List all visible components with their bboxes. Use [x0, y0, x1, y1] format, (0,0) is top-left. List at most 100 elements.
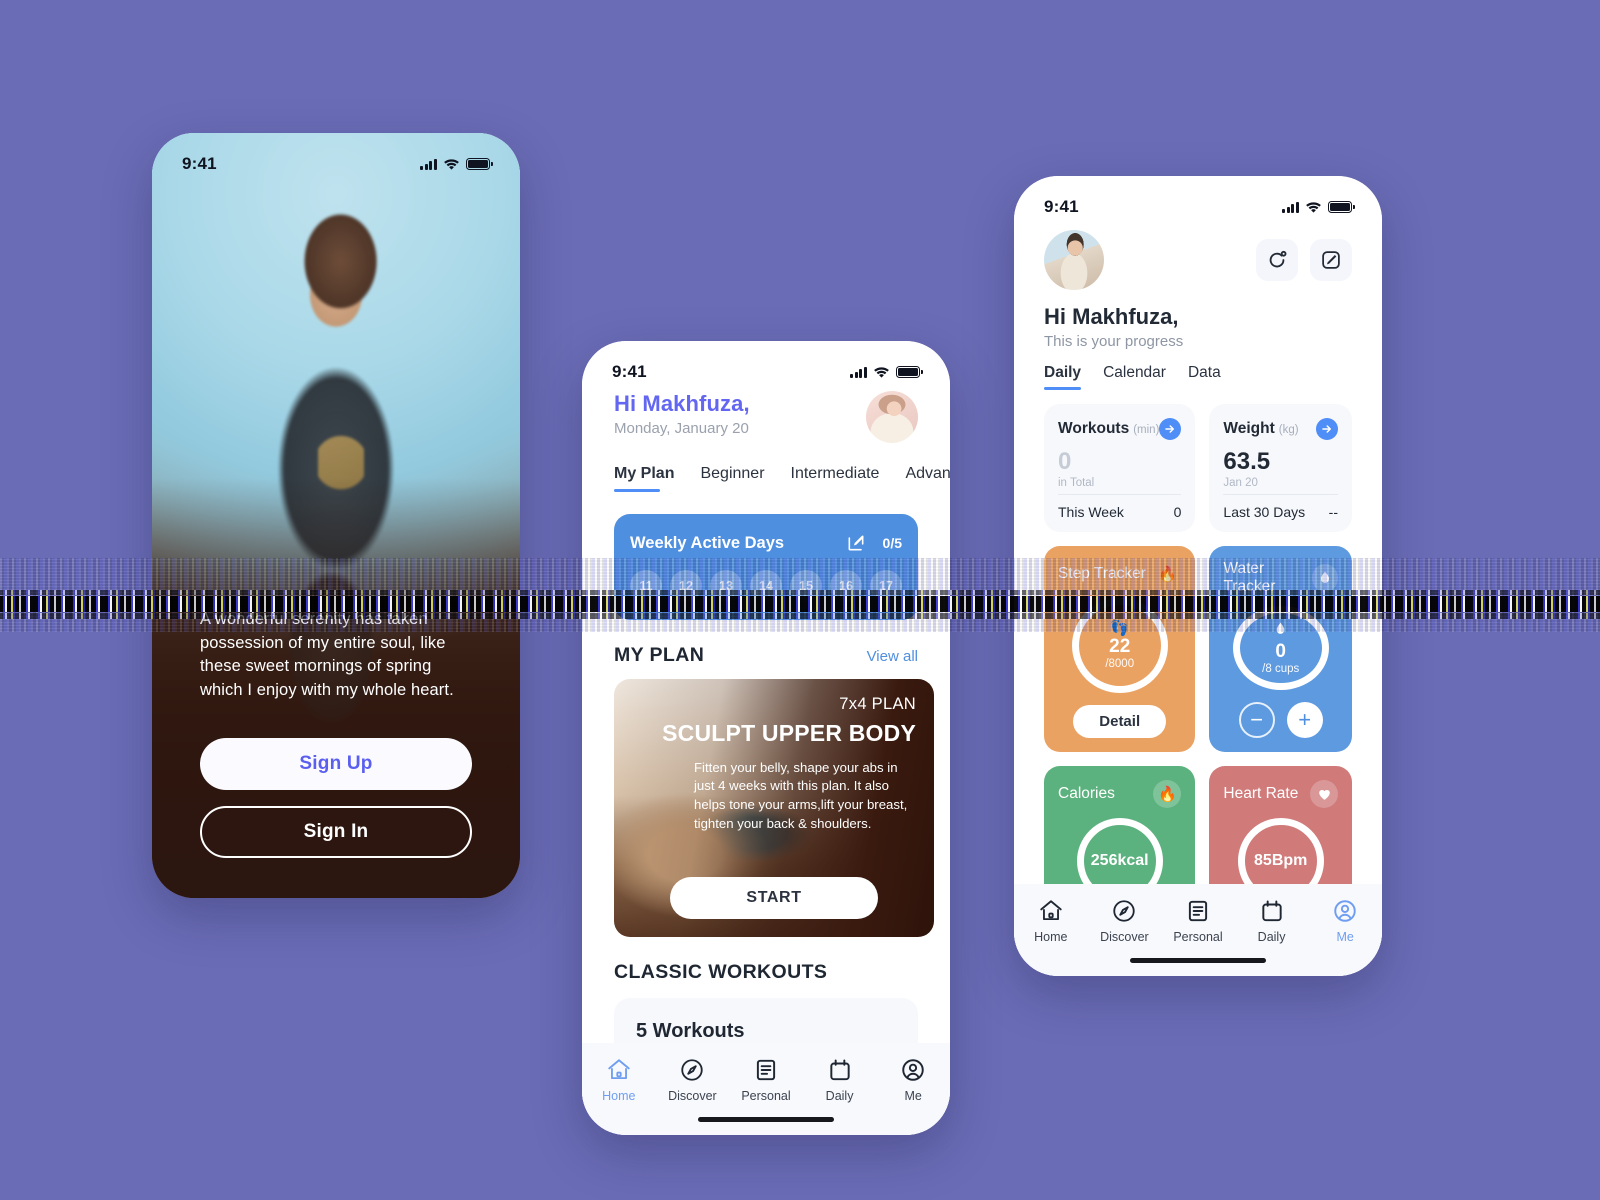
- tracker-header: Water Tracker: [1223, 560, 1338, 596]
- tabbar-item-home[interactable]: Home: [1020, 898, 1082, 944]
- tab-data[interactable]: Data: [1188, 364, 1221, 390]
- stat-card-footer: This Week 0: [1058, 494, 1182, 520]
- battery-icon: [466, 158, 493, 170]
- tracker-goal: /8000: [1105, 658, 1135, 671]
- tabbar-item-discover[interactable]: Discover: [1093, 898, 1155, 944]
- tab-daily[interactable]: Daily: [1044, 364, 1082, 390]
- classic-workouts-count: 5 Workouts: [636, 1020, 745, 1042]
- home-icon: [1040, 900, 1062, 921]
- droplet-glyph: [1321, 571, 1330, 583]
- status-icons: [850, 366, 923, 379]
- day-pill[interactable]: 16: [830, 570, 862, 602]
- sign-up-button[interactable]: Sign Up: [200, 738, 472, 790]
- tracker-name: Water Tracker: [1223, 560, 1276, 595]
- header-action-buttons: [1256, 239, 1352, 281]
- stat-card-name: Weight: [1223, 420, 1275, 437]
- tabbar-item-daily[interactable]: Daily: [1241, 898, 1303, 944]
- status-time: 9:41: [182, 154, 217, 173]
- wifi-icon: [1306, 201, 1321, 213]
- tab-calendar[interactable]: Calendar: [1103, 364, 1166, 390]
- document-icon: [1188, 900, 1208, 922]
- person-icon: [1334, 900, 1356, 922]
- plan-carousel[interactable]: 7x4 PLAN SCULPT UPPER BODY Fitten your b…: [582, 667, 950, 937]
- cellular-signal-icon: [1282, 201, 1299, 213]
- stat-card-title-group: Workouts (min): [1058, 420, 1159, 438]
- stat-card-weight[interactable]: Weight (kg) 63.5 Jan 20 Last 30 Days --: [1209, 404, 1352, 532]
- stat-footer-label: Last 30 Days: [1223, 504, 1306, 520]
- plan-title: SCULPT UPPER BODY: [662, 720, 916, 746]
- footprints-icon: 👣: [1110, 619, 1130, 637]
- my-plan-section-header: MY PLAN View all: [582, 620, 950, 667]
- day-pill[interactable]: 11: [630, 570, 662, 602]
- day-pill[interactable]: 15: [790, 570, 822, 602]
- tab-advanced[interactable]: Advanced: [905, 465, 950, 492]
- calendar-icon: [829, 1059, 850, 1081]
- tabbar-label: Home: [602, 1089, 636, 1103]
- tab-beginner[interactable]: Beginner: [700, 465, 764, 492]
- plan-description: Fitten your belly, shape your abs in jus…: [694, 759, 908, 831]
- avatar[interactable]: [866, 391, 918, 443]
- edit-icon[interactable]: [843, 530, 869, 556]
- progress-tabs: Daily Calendar Data: [1014, 350, 1382, 390]
- arrow-right-button[interactable]: [1159, 418, 1182, 440]
- tabbar-item-daily[interactable]: Daily: [809, 1057, 871, 1103]
- day-pill[interactable]: 14: [750, 570, 782, 602]
- arrow-right-button[interactable]: [1316, 418, 1338, 440]
- edit-button[interactable]: [1310, 239, 1352, 281]
- tab-intermediate[interactable]: Intermediate: [791, 465, 880, 492]
- stat-footer-label: This Week: [1058, 504, 1124, 520]
- tabbar-item-home[interactable]: Home: [588, 1057, 650, 1103]
- calendar-icon: [1261, 900, 1282, 922]
- home-icon: [608, 1059, 630, 1080]
- status-time: 9:41: [1044, 197, 1079, 216]
- tab-my-plan[interactable]: My Plan: [614, 465, 674, 492]
- start-button[interactable]: START: [670, 877, 878, 919]
- stat-card-value: 63.5: [1223, 448, 1271, 475]
- stat-footer-value: 0: [1173, 504, 1182, 520]
- decrement-button[interactable]: −: [1238, 702, 1275, 738]
- section-title-classic-workouts: CLASSIC WORKOUTS: [614, 961, 828, 983]
- arrow-right-icon: [1322, 425, 1331, 433]
- tabbar-item-me[interactable]: Me: [882, 1057, 944, 1103]
- edit-icon: [1322, 251, 1340, 269]
- tabbar-item-me[interactable]: Me: [1314, 898, 1376, 944]
- stat-card-title-group: Weight (kg): [1223, 420, 1298, 438]
- progress-screen-content: 9:41 Hi Makhfuza, This is your progress …: [1014, 176, 1382, 976]
- tracker-value: 22: [1109, 635, 1131, 657]
- tracker-name: Calories: [1058, 785, 1115, 802]
- status-icons: [1282, 201, 1355, 214]
- stat-card-workouts[interactable]: Workouts (min) 0 in Total This Week 0: [1044, 404, 1196, 532]
- increment-button[interactable]: +: [1286, 702, 1323, 738]
- refresh-button[interactable]: [1256, 239, 1298, 281]
- stat-card-header: Workouts (min): [1058, 418, 1182, 440]
- status-bar: 9:41: [152, 133, 520, 177]
- tabbar-label: Personal: [1173, 930, 1223, 944]
- arrow-right-icon: [1165, 425, 1175, 433]
- tabbar-label: Personal: [741, 1089, 791, 1103]
- canvas: 9:41 A wonderful serenity has taken poss…: [0, 0, 1600, 1200]
- day-pill[interactable]: 17: [870, 570, 902, 602]
- tracker-card-water[interactable]: Water Tracker 0 /8 cups − +: [1209, 546, 1352, 752]
- tabbar-item-personal[interactable]: Personal: [735, 1057, 797, 1103]
- status-bar: 9:41: [1014, 176, 1382, 220]
- tabbar-label: Me: [1336, 930, 1354, 944]
- avatar[interactable]: [1044, 230, 1104, 290]
- phone-home-screen: 9:41 Hi Makhfuza, Monday, January 20 My: [582, 341, 950, 1135]
- tracker-value: 256kcal: [1090, 852, 1149, 870]
- sign-in-button[interactable]: Sign In: [200, 806, 472, 858]
- day-pill[interactable]: 13: [710, 570, 742, 602]
- tabbar-label: Home: [1034, 930, 1068, 944]
- flame-icon: 🔥: [1153, 780, 1182, 808]
- wifi-icon: [444, 158, 459, 170]
- weekly-active-days-card[interactable]: Weekly Active Days 0/5 11 12 13 14 15 16…: [614, 514, 918, 620]
- plan-card[interactable]: 7x4 PLAN SCULPT UPPER BODY Fitten your b…: [614, 679, 934, 937]
- day-pill[interactable]: 12: [670, 570, 702, 602]
- flame-icon: 🔥: [1158, 566, 1177, 583]
- progress-header: [1014, 220, 1382, 290]
- view-all-link[interactable]: View all: [867, 648, 918, 665]
- tabbar-item-discover[interactable]: Discover: [661, 1057, 723, 1103]
- tracker-card-step[interactable]: Step Tracker 🔥 👣 22 /8000 Detail: [1044, 546, 1196, 752]
- status-bar: 9:41: [582, 341, 950, 385]
- detail-button[interactable]: Detail: [1073, 705, 1167, 738]
- tabbar-item-personal[interactable]: Personal: [1167, 898, 1229, 944]
